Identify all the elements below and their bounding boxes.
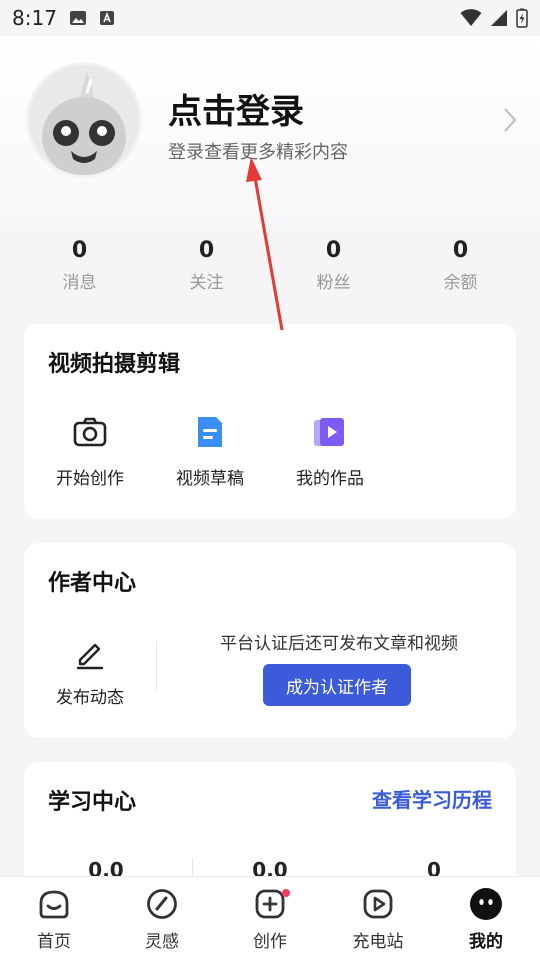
stat-label: 粉丝 bbox=[316, 273, 351, 293]
stat-following[interactable]: 0 关注 bbox=[143, 234, 270, 304]
view-learning-history-link[interactable]: 查看学习历程 bbox=[372, 784, 492, 813]
profile-face-icon bbox=[470, 888, 502, 920]
nav-label: 创作 bbox=[253, 932, 287, 952]
author-note: 平台认证后还可发布文章和视频 bbox=[220, 634, 458, 654]
nav-create[interactable]: 创作 bbox=[216, 877, 324, 960]
gallery-icon bbox=[69, 11, 86, 25]
font-a-icon bbox=[99, 11, 114, 25]
tool-label: 我的作品 bbox=[296, 469, 364, 489]
stat-label: 消息 bbox=[62, 273, 97, 293]
nav-inspiration[interactable]: 灵感 bbox=[108, 877, 216, 960]
compass-icon bbox=[147, 889, 177, 919]
divider bbox=[156, 641, 157, 691]
pencil-icon bbox=[76, 643, 104, 670]
tool-label: 视频草稿 bbox=[176, 469, 244, 489]
profile-header[interactable]: 点击登录 登录查看更多精彩内容 bbox=[0, 36, 540, 226]
learning-center-title: 学习中心 bbox=[48, 790, 137, 815]
nav-label: 我的 bbox=[469, 932, 503, 952]
stat-label: 关注 bbox=[189, 273, 224, 293]
nav-label: 灵感 bbox=[145, 932, 179, 952]
battery-charging-icon bbox=[516, 8, 528, 28]
stat-label: 余额 bbox=[443, 273, 478, 293]
video-play-icon bbox=[314, 418, 344, 446]
stat-balance[interactable]: 0 余额 bbox=[397, 234, 524, 304]
home-icon bbox=[39, 890, 69, 919]
tool-label: 开始创作 bbox=[56, 469, 124, 489]
become-certified-author-button[interactable]: 成为认证作者 bbox=[263, 664, 411, 706]
stat-messages[interactable]: 0 消息 bbox=[16, 234, 143, 304]
login-title[interactable]: 点击登录 bbox=[168, 84, 304, 133]
document-icon bbox=[198, 417, 222, 447]
video-editing-card: 视频拍摄剪辑 开始创作 视频草稿 我的作品 bbox=[24, 324, 516, 519]
stat-value: 0 bbox=[71, 238, 88, 263]
start-create-button[interactable]: 开始创作 bbox=[30, 412, 150, 489]
default-avatar-icon bbox=[29, 65, 139, 175]
post-update-label: 发布动态 bbox=[56, 688, 124, 708]
nav-label: 首页 bbox=[37, 932, 71, 952]
bottom-nav: 首页 灵感 创作 充电站 我的 bbox=[0, 876, 540, 960]
status-time: 8:17 bbox=[12, 6, 57, 30]
author-center-title: 作者中心 bbox=[48, 571, 137, 596]
avatar[interactable] bbox=[26, 62, 142, 178]
nav-label: 充电站 bbox=[352, 932, 404, 952]
stat-value: 0 bbox=[198, 238, 215, 263]
nav-home[interactable]: 首页 bbox=[0, 877, 108, 960]
nav-charging-station[interactable]: 充电站 bbox=[324, 877, 432, 960]
stats-row: 0 消息 0 关注 0 粉丝 0 余额 bbox=[16, 234, 524, 304]
video-section-title: 视频拍摄剪辑 bbox=[48, 352, 181, 377]
video-drafts-button[interactable]: 视频草稿 bbox=[150, 412, 270, 489]
login-subtitle: 登录查看更多精彩内容 bbox=[168, 142, 348, 163]
camera-icon bbox=[73, 417, 107, 447]
nav-mine[interactable]: 我的 bbox=[432, 877, 540, 960]
status-bar: 8:17 bbox=[0, 0, 540, 36]
wifi-icon bbox=[460, 9, 482, 26]
chevron-right-icon[interactable] bbox=[500, 106, 520, 134]
signal-icon bbox=[491, 10, 507, 26]
stat-value: 0 bbox=[325, 238, 342, 263]
stat-value: 0 bbox=[452, 238, 469, 263]
stat-followers[interactable]: 0 粉丝 bbox=[270, 234, 397, 304]
author-center-card: 作者中心 发布动态 平台认证后还可发布文章和视频 成为认证作者 bbox=[24, 543, 516, 738]
my-works-button[interactable]: 我的作品 bbox=[270, 412, 390, 489]
play-station-icon bbox=[363, 889, 393, 919]
notification-dot bbox=[282, 889, 290, 897]
post-update-button[interactable]: 发布动态 bbox=[48, 635, 132, 708]
